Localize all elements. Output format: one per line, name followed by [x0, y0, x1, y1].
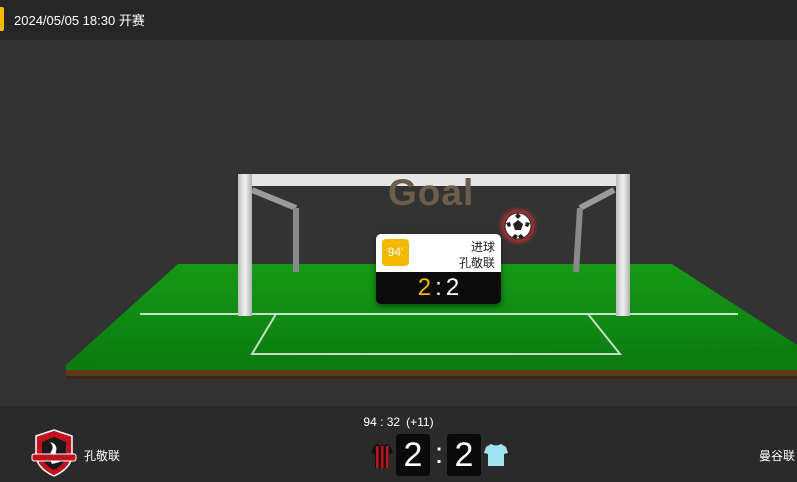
home-team-name: 孔敬联 [84, 449, 121, 463]
match-header: 2024/05/05 18:30 开赛 [0, 0, 797, 40]
animation-stage: Goal [0, 40, 797, 406]
event-type-label: 进球 [470, 240, 495, 254]
goal-animation-title: Goal [388, 172, 475, 213]
home-team-logo[interactable] [30, 428, 78, 478]
goal-event-card: 94' 进球 孔敬联 2:2 [376, 234, 501, 304]
event-minute-badge: 94' [382, 239, 409, 266]
soccer-ball-icon [504, 212, 532, 240]
event-score: 2:2 [376, 272, 501, 304]
match-start-time: 2024/05/05 18:30 开赛 [14, 13, 145, 28]
away-team-name: 曼谷联 [758, 449, 795, 463]
goal-right-post [616, 174, 630, 316]
goal-left-post [238, 174, 252, 316]
event-away-score: 2 [445, 274, 460, 301]
match-clock-time: 94 : 32 [363, 415, 401, 429]
added-time: (+11) [406, 415, 434, 429]
away-score: 2 [447, 434, 481, 476]
match-clock: 94 : 32 (+11) [0, 415, 797, 429]
scoreboard: 94 : 32 (+11) 孔敬联 2 : 2 曼谷联 [0, 406, 797, 482]
event-score-separator: : [435, 274, 442, 301]
light-blue-jersey-icon [484, 444, 508, 466]
header-accent-bar [0, 7, 4, 31]
striped-jersey-icon [371, 444, 393, 468]
event-home-score: 2 [417, 274, 432, 301]
event-team-label: 孔敬联 [458, 256, 495, 270]
home-score: 2 [396, 434, 430, 476]
score-separator: : [434, 437, 444, 470]
event-card-header: 94' 进球 孔敬联 [376, 234, 501, 272]
pitch-graphic [66, 174, 797, 379]
